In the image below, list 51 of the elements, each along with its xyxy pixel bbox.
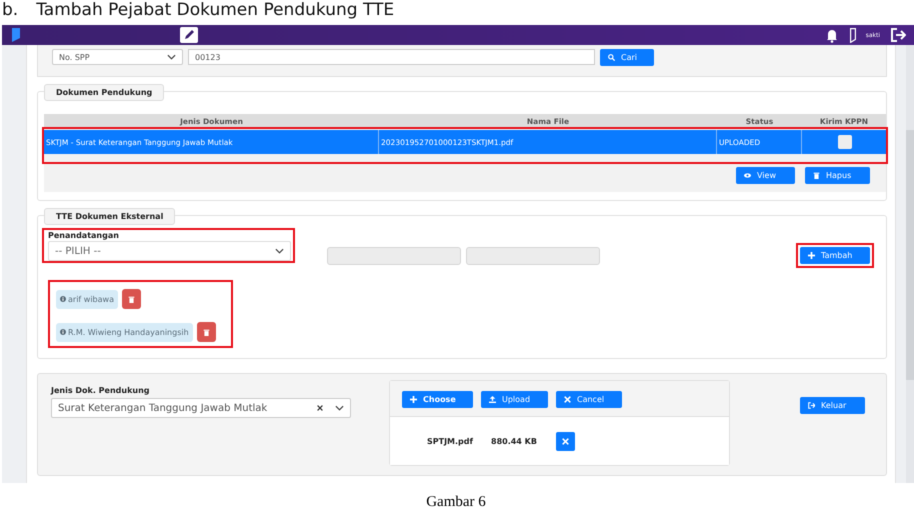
choose-button[interactable]: Choose — [402, 391, 473, 408]
delete-button[interactable] — [122, 289, 141, 309]
figure-caption: Gambar 6 — [425, 494, 487, 511]
clear-icon — [317, 405, 323, 411]
exit-icon — [808, 402, 815, 409]
exit-button[interactable]: Keluar — [800, 397, 865, 414]
delete-button[interactable] — [196, 322, 216, 342]
x-icon — [562, 438, 569, 444]
x-icon — [564, 396, 571, 403]
upload-icon — [489, 396, 496, 403]
document-type-select[interactable]: Surat Keterangan Tanggung Jawab Mutlak — [51, 398, 351, 418]
chevron-down-icon — [167, 54, 176, 60]
upload-button[interactable]: Upload — [481, 391, 548, 408]
file-name: SPTJM.pdf — [427, 436, 473, 446]
fieldset-legend: Dokumen Pendukung — [44, 84, 164, 101]
search-type-select[interactable]: No. SPP — [52, 49, 183, 65]
cancel-button[interactable]: Cancel — [556, 391, 622, 408]
chevron-down-icon — [275, 248, 284, 254]
field-label: Penandatangan — [48, 231, 120, 240]
file-size: 880.44 KB — [491, 436, 537, 446]
info-icon — [60, 329, 66, 335]
logo-icon — [12, 28, 20, 42]
search-field[interactable]: 00123 — [188, 49, 595, 65]
search-button[interactable]: Cari — [600, 48, 654, 66]
select-placeholder: -- PILIH -- — [55, 246, 101, 256]
add-button[interactable]: Tambah — [800, 247, 870, 264]
trash-icon — [128, 296, 135, 302]
view-button[interactable]: View — [736, 167, 795, 184]
select-value: No. SPP — [59, 52, 90, 62]
search-icon — [608, 54, 615, 60]
plus-icon — [808, 252, 815, 259]
checkbox[interactable] — [838, 135, 852, 149]
logout-icon — [890, 27, 906, 43]
plus-icon — [410, 396, 417, 403]
list-marker: b. — [2, 0, 18, 20]
signer-tag: arif wibawa — [56, 290, 118, 308]
user-icon — [850, 28, 856, 42]
eye-icon — [744, 172, 751, 179]
trash-icon — [813, 172, 820, 179]
select-value: Surat Keterangan Tanggung Jawab Mutlak — [58, 402, 268, 414]
signer-tag: R.M. Wiwieng Handayaningsih — [56, 322, 193, 342]
trash-icon — [202, 328, 210, 336]
field-label: Jenis Dok. Pendukung — [51, 386, 151, 395]
chevron-down-icon — [335, 405, 344, 411]
info-icon — [60, 296, 66, 302]
fieldset-legend: TTE Dokumen Eksternal — [44, 208, 176, 225]
signer-select[interactable]: -- PILIH -- — [48, 241, 291, 261]
document-heading: Tambah Pejabat Dokumen Pendukung TTE — [36, 0, 394, 20]
delete-button[interactable]: Hapus — [805, 167, 870, 184]
remove-file-button[interactable] — [556, 432, 575, 450]
edit-icon — [180, 27, 198, 43]
